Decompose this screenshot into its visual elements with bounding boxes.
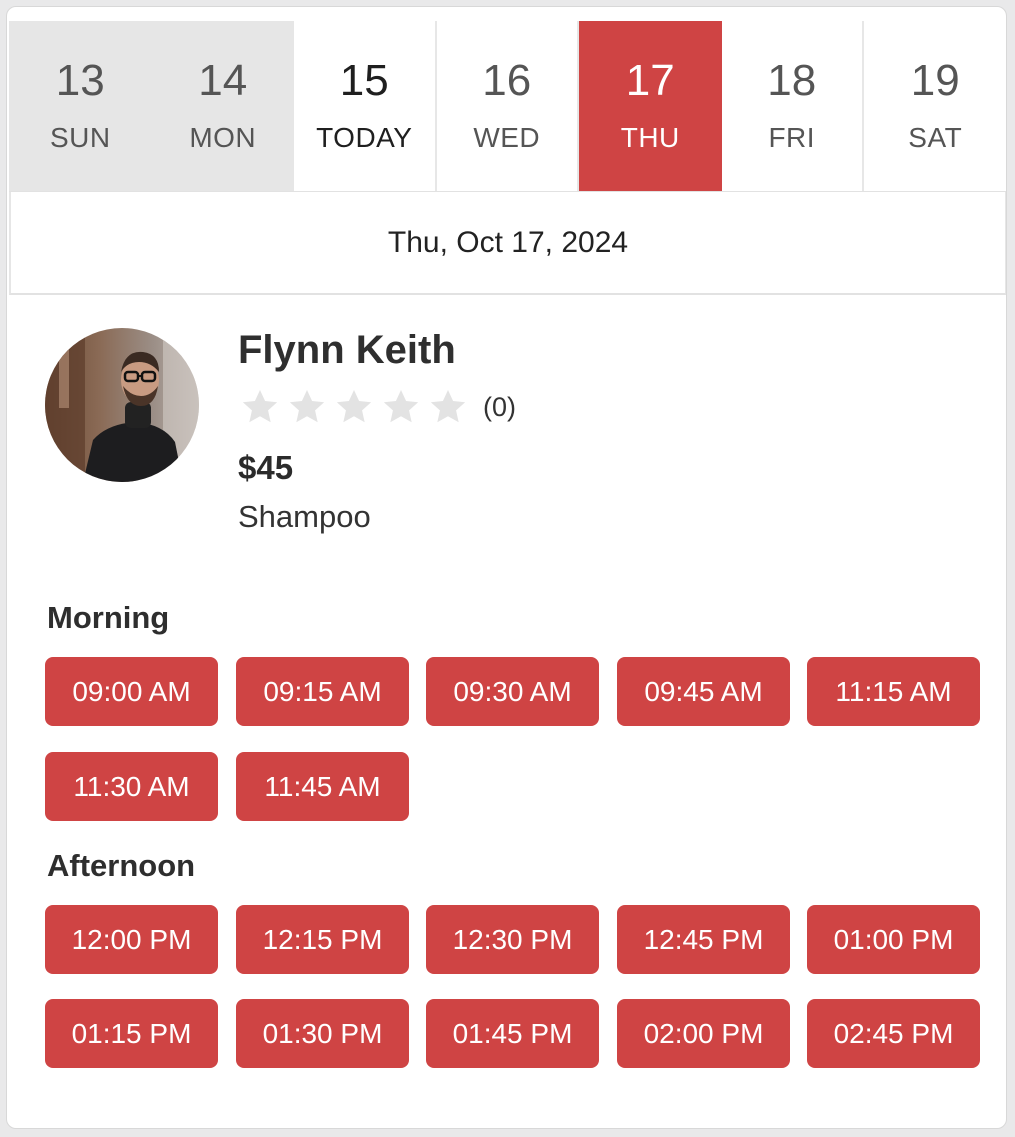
day-label: MON (189, 122, 257, 153)
day-label: FRI (768, 122, 816, 153)
day-number: 13 (55, 56, 105, 105)
day-number: 16 (482, 56, 532, 105)
avatar (45, 328, 199, 482)
service-price: $45 (238, 449, 294, 486)
star-icon (430, 390, 466, 423)
day-number: 15 (339, 56, 389, 105)
provider-name: Flynn Keith (238, 328, 456, 372)
star-icon (383, 390, 419, 423)
time-slot-button[interactable]: 12:30 PM (426, 905, 599, 974)
time-slot-button[interactable]: 09:00 AM (45, 657, 218, 726)
time-slot-button[interactable]: 11:45 AM (236, 752, 409, 821)
day-number: 14 (198, 56, 248, 105)
day-tab-16[interactable]: 16 WED (436, 21, 579, 191)
day-number: 18 (767, 56, 817, 105)
day-label: WED (473, 122, 541, 153)
selected-date-label: Thu, Oct 17, 2024 (9, 192, 1006, 295)
day-number: 19 (910, 56, 960, 105)
star-icon (336, 390, 372, 423)
time-slot-button[interactable]: 01:30 PM (236, 999, 409, 1068)
time-slot-button[interactable]: 12:00 PM (45, 905, 218, 974)
time-slot-button[interactable]: 11:30 AM (45, 752, 218, 821)
time-slot-button[interactable]: 01:15 PM (45, 999, 218, 1068)
time-slot-button[interactable]: 09:15 AM (236, 657, 409, 726)
time-slot-button[interactable]: 02:45 PM (807, 999, 980, 1068)
day-label: TODAY (316, 122, 413, 153)
time-slot-button[interactable]: 02:00 PM (617, 999, 790, 1068)
day-number: 17 (625, 56, 675, 105)
day-tab-15[interactable]: 15 TODAY (294, 21, 437, 191)
rating-count: (0) (483, 391, 516, 422)
time-slot-button[interactable]: 12:15 PM (236, 905, 409, 974)
time-slot-button[interactable]: 12:45 PM (617, 905, 790, 974)
section-title-morning: Morning (47, 600, 170, 635)
day-tab-14[interactable]: 14 MON (151, 21, 294, 191)
day-tab-19[interactable]: 19 SAT (864, 21, 1006, 191)
day-tab-13[interactable]: 13 SUN (9, 21, 152, 191)
day-label: SUN (49, 122, 111, 153)
week-date-strip: 13 SUN 14 MON 15 TODAY 16 WED 17 THU 18 … (9, 21, 1006, 192)
star-icon (242, 390, 278, 423)
day-tab-17[interactable]: 17 THU (579, 21, 722, 191)
day-label: THU (620, 122, 680, 153)
time-slot-button[interactable]: 01:45 PM (426, 999, 599, 1068)
time-slot-button[interactable]: 11:15 AM (807, 657, 980, 726)
time-slot-button[interactable]: 09:45 AM (617, 657, 790, 726)
service-name: Shampoo (238, 499, 371, 534)
booking-card: 13 SUN 14 MON 15 TODAY 16 WED 17 THU 18 … (6, 6, 1007, 1129)
section-title-afternoon: Afternoon (47, 848, 196, 883)
day-tab-18[interactable]: 18 FRI (721, 21, 864, 191)
rating-stars: (0) (238, 385, 516, 429)
star-icon (289, 390, 325, 423)
time-slot-button[interactable]: 09:30 AM (426, 657, 599, 726)
day-label: SAT (908, 122, 963, 153)
time-slot-button[interactable]: 01:00 PM (807, 905, 980, 974)
